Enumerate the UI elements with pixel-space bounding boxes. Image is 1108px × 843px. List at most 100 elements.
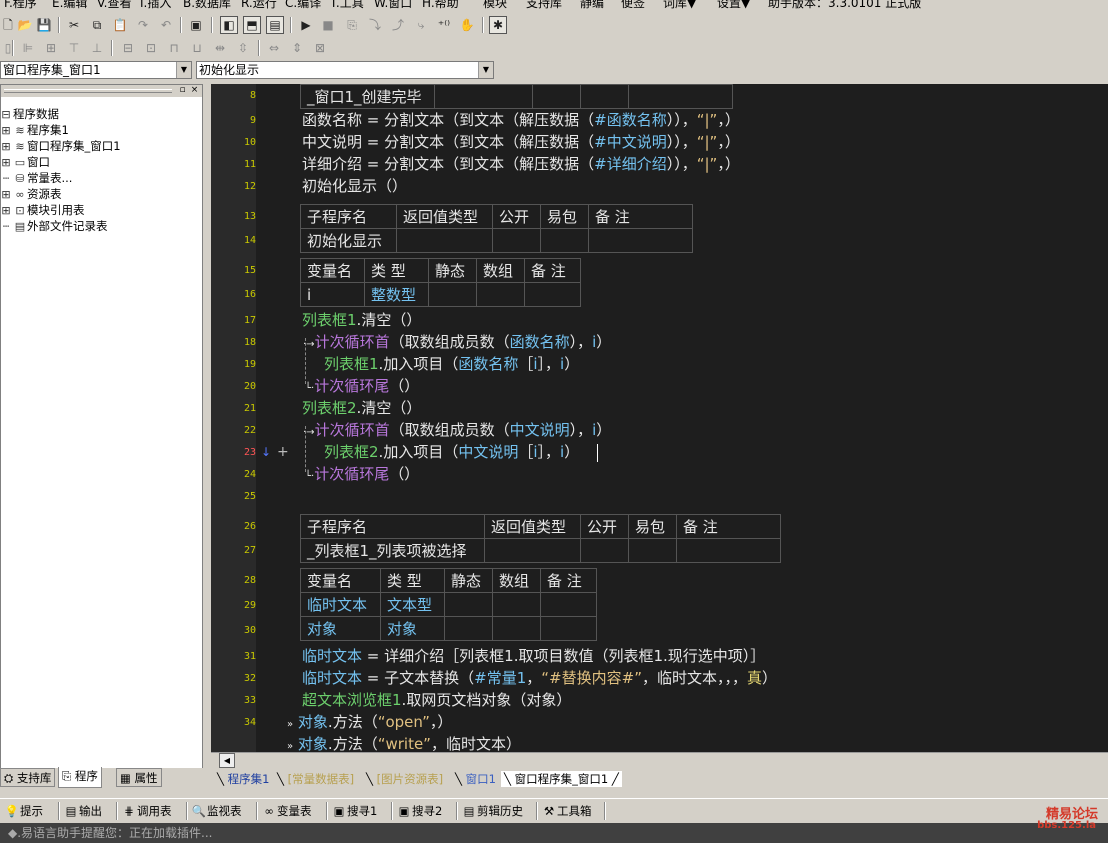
empty-cell[interactable] (540, 592, 597, 617)
empty-cell[interactable] (396, 228, 493, 253)
code-line-23[interactable]: 列表框2.加入项目（中文说明［i］，i） (324, 442, 579, 462)
menu-compile[interactable]: C.编译 (285, 0, 321, 11)
tab-toolbox[interactable]: ⚒ 工具箱 (541, 803, 592, 819)
tab-image-resources[interactable]: ╲ [图片资源表] (366, 771, 443, 787)
empty-cell[interactable] (492, 592, 541, 617)
code-line-10[interactable]: 中文说明 = 分割文本（到文本（解压数据（#中文说明）），“|”，） (302, 132, 740, 152)
tab-window-assembly[interactable]: ╲ 窗口程序集_窗口1 ╱ (501, 771, 622, 787)
empty-cell[interactable] (492, 616, 541, 641)
hand-icon[interactable]: ✋ (459, 17, 475, 33)
layout-bottom-panel-icon[interactable]: ▤ (266, 16, 284, 34)
panel-grip[interactable] (4, 89, 172, 93)
empty-cell[interactable] (476, 282, 525, 307)
chevron-down-icon[interactable]: ▼ (478, 62, 493, 78)
menu-window[interactable]: W.窗口 (374, 0, 412, 11)
empty-cell[interactable] (484, 538, 581, 563)
sub-name-cell[interactable]: _窗口1_创建完毕 (300, 84, 435, 109)
var-type-cell[interactable]: 整数型 (364, 282, 429, 307)
tab-watch[interactable]: 🔍监视表 (191, 803, 242, 819)
menu-support-lib[interactable]: 支持库 (526, 0, 562, 11)
tab-variables[interactable]: ∞ 变量表 (261, 803, 311, 819)
tree-item-constants[interactable]: ┄ ⛁ 常量表... (0, 171, 73, 186)
var-name-cell[interactable]: 临时文本 (300, 592, 381, 617)
tree-item-module-refs[interactable]: ⊞ ⊡ 模块引用表 (0, 203, 84, 218)
code-line-11[interactable]: 详细介绍 = 分割文本（到文本（解压数据（#详细介绍）），“|”，） (302, 154, 740, 174)
menu-notes[interactable]: 便签 (621, 0, 645, 11)
code-line-20[interactable]: └·计次循环尾（） (305, 376, 419, 399)
align-top-icon[interactable]: ⊤ (66, 40, 82, 56)
find-icon[interactable]: ▣ (188, 17, 204, 33)
tab-hints[interactable]: 💡提示 (4, 803, 43, 819)
fit-height-icon[interactable]: ⇕ (289, 40, 305, 56)
code-line-9[interactable]: 函数名称 = 分割文本（到文本（解压数据（#函数名称）），“|”，） (302, 110, 740, 130)
chevron-down-icon[interactable]: ▼ (176, 62, 191, 78)
step-out-icon[interactable]: ⤴ (390, 17, 406, 33)
sub-name-cell[interactable]: 初始化显示 (300, 228, 397, 253)
tab-constants-table[interactable]: ╲ [常量数据表] (277, 771, 354, 787)
tree-item-external-files[interactable]: ┄ ▤ 外部文件记录表 (0, 219, 108, 234)
var-name-cell[interactable]: i (300, 282, 365, 307)
tab-search2[interactable]: ▣ 搜寻2 (396, 803, 443, 819)
empty-cell[interactable] (444, 616, 493, 641)
layout-top-panel-icon[interactable]: ⬒ (243, 16, 261, 34)
insert-marker-icon[interactable]: + (277, 442, 289, 462)
expand-icon[interactable]: ⊞ (0, 124, 13, 138)
align-bottom-icon[interactable]: ⊥ (89, 40, 105, 56)
empty-cell[interactable] (628, 538, 677, 563)
fit-width-icon[interactable]: ⇔ (266, 40, 282, 56)
same-width-icon[interactable]: ⊓ (166, 40, 182, 56)
tree-item-assembly1[interactable]: ⊞ ≋ 程序集1 (0, 123, 68, 138)
code-line-18[interactable]: ·→计次循环首（取数组成员数（函数名称），i） (303, 332, 611, 355)
menu-view[interactable]: V.查看 (97, 0, 131, 11)
new-file-icon[interactable]: 🗋 (0, 17, 16, 33)
fold-arrow-icon[interactable]: » (287, 741, 293, 752)
save-icon[interactable]: 💾 (36, 17, 52, 33)
expand-icon[interactable]: ⊞ (0, 204, 13, 218)
same-height-icon[interactable]: ⊔ (189, 40, 205, 56)
open-folder-icon[interactable]: 📂 (17, 17, 33, 33)
code-line-21[interactable]: 列表框2.清空（） (302, 398, 421, 418)
empty-cell[interactable] (492, 228, 541, 253)
center-vertical-icon[interactable]: ⊡ (143, 40, 159, 56)
tab-search1[interactable]: ▣ 搜寻1 (331, 803, 378, 819)
redo-icon[interactable]: ↷ (135, 17, 151, 33)
empty-cell[interactable] (676, 538, 781, 563)
empty-cell[interactable] (444, 592, 493, 617)
menu-help[interactable]: H.帮助 (422, 0, 459, 11)
expand-icon[interactable]: ⊞ (0, 188, 13, 202)
empty-cell[interactable] (540, 228, 589, 253)
tab-assembly1[interactable]: ╲ 程序集1 (217, 771, 269, 787)
align-center-icon[interactable]: ⊞ (43, 40, 59, 56)
code-line-33[interactable]: 超文本浏览框1.取网页文档对象（对象） (302, 690, 571, 710)
cut-icon[interactable]: ✂ (66, 17, 82, 33)
center-horizontal-icon[interactable]: ⊟ (120, 40, 136, 56)
menu-database[interactable]: B.数据库 (183, 0, 231, 11)
empty-cell[interactable] (580, 538, 629, 563)
tab-clip-history[interactable]: ▤ 剪辑历史 (461, 803, 523, 819)
code-editor[interactable]: 8 9 10 11 12 13 14 15 16 17 18 19 20 21 … (211, 84, 1108, 752)
menu-insert[interactable]: I.插入 (140, 0, 171, 11)
var-type-cell[interactable]: 文本型 (380, 592, 445, 617)
menu-settings[interactable]: 设置▼ (717, 0, 750, 11)
menu-edit[interactable]: E.编辑 (52, 0, 87, 11)
layout-left-panel-icon[interactable]: ◧ (220, 16, 238, 34)
paste-icon[interactable]: 📋 (112, 17, 128, 33)
tree-item-window[interactable]: ⊞ ▭ 窗口 (0, 155, 50, 170)
step-into-icon[interactable]: ⎘ (344, 17, 360, 33)
assembly-select[interactable]: 窗口程序集_窗口1 ▼ (0, 61, 192, 79)
close-icon[interactable]: × (189, 85, 200, 96)
breakpoint-icon[interactable]: ⁺⁽⁾ (436, 17, 452, 33)
fold-arrow-icon[interactable]: » (287, 719, 293, 730)
step-over-icon[interactable]: ⤵ (367, 17, 383, 33)
copy-icon[interactable]: ⧉ (89, 17, 105, 33)
tab-program[interactable]: ⎘ 程序 (58, 767, 102, 788)
empty-cell[interactable] (428, 282, 477, 307)
expand-icon[interactable]: ⊞ (0, 156, 13, 170)
expand-icon[interactable]: ⊞ (0, 140, 13, 154)
horizontal-scrollbar[interactable]: ◀ (211, 752, 1108, 768)
sub-name-cell[interactable]: _列表框1_列表项被选择 (300, 538, 485, 563)
space-horizontal-icon[interactable]: ⇹ (212, 40, 228, 56)
tree-item-resources[interactable]: ⊞ ∞ 资源表 (0, 187, 61, 202)
code-line-12[interactable]: 初始化显示（） (302, 176, 407, 196)
code-line-17[interactable]: 列表框1.清空（） (302, 310, 421, 330)
